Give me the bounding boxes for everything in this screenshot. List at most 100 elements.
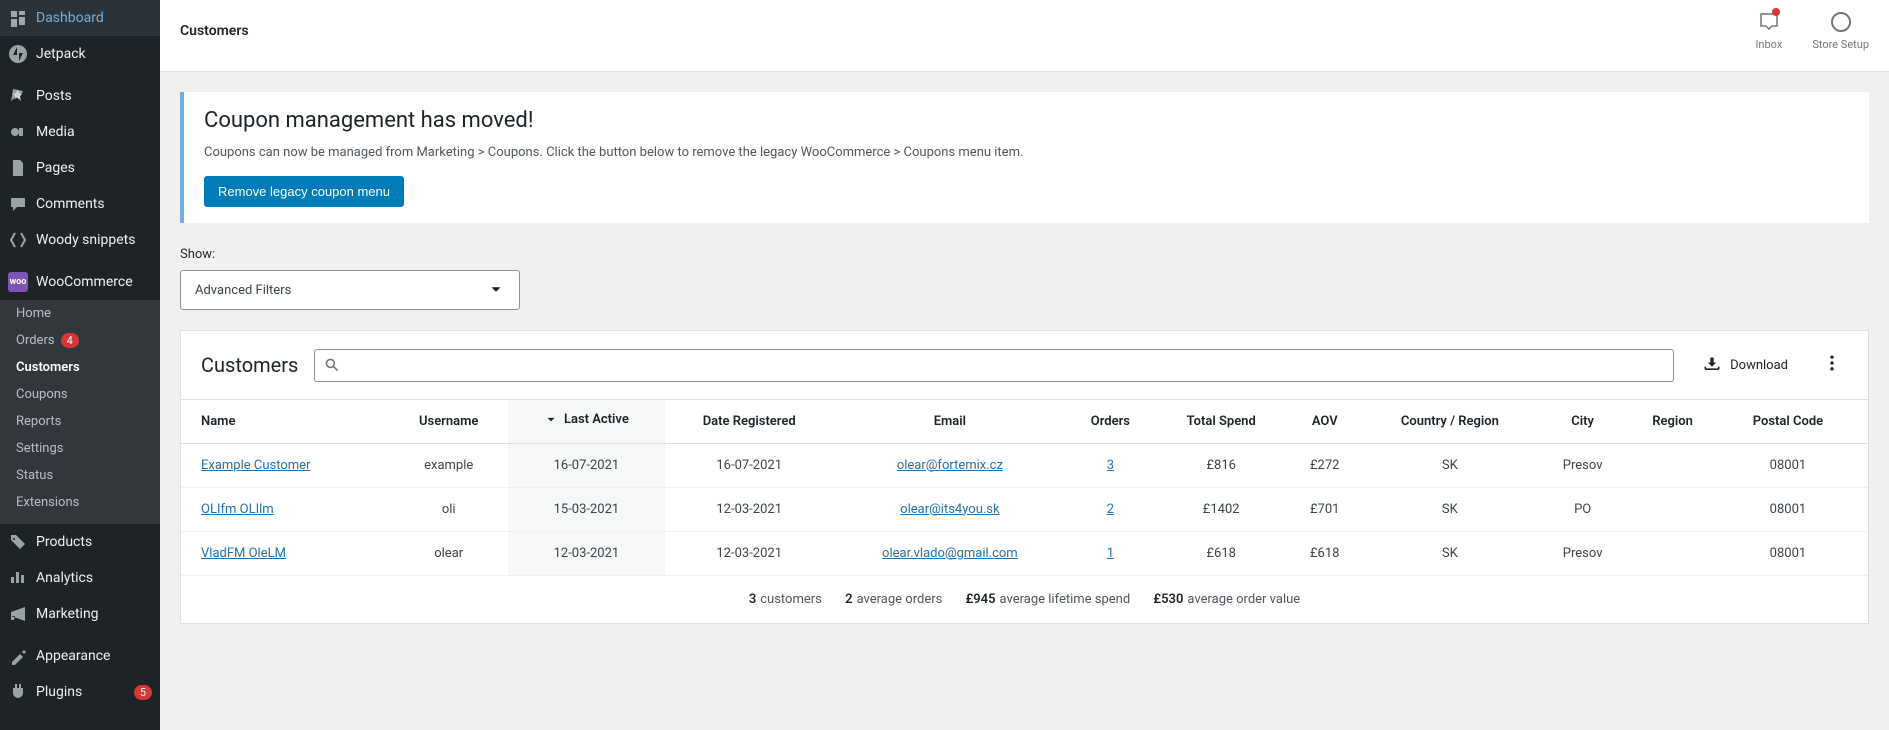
customer-orders-link[interactable]: 1: [1107, 546, 1114, 561]
submenu-customers[interactable]: Customers: [0, 354, 160, 381]
submenu-settings[interactable]: Settings: [0, 435, 160, 462]
menu-appearance[interactable]: Appearance: [0, 638, 160, 674]
menu-woody[interactable]: Woody snippets: [0, 222, 160, 258]
products-icon: [8, 532, 28, 552]
dashboard-icon: [8, 8, 28, 28]
col-date-registered[interactable]: Date Registered: [665, 400, 834, 443]
col-last-active[interactable]: Last Active: [508, 400, 665, 443]
main-content: Customers Inbox Store Setup Coupon manag…: [160, 0, 1889, 730]
submenu-orders[interactable]: Orders 4: [0, 327, 160, 354]
col-total-spend[interactable]: Total Spend: [1155, 400, 1288, 443]
coupon-notice: Coupon management has moved! Coupons can…: [180, 92, 1869, 223]
submenu-extensions[interactable]: Extensions: [0, 489, 160, 516]
inbox-button[interactable]: Inbox: [1755, 10, 1782, 51]
cell-date-registered: 12-03-2021: [665, 487, 834, 531]
show-label: Show:: [180, 247, 1869, 262]
cell-last-active: 16-07-2021: [508, 443, 665, 487]
advanced-filters-select[interactable]: Advanced Filters: [180, 270, 520, 310]
cell-aov: £272: [1288, 443, 1362, 487]
cell-username: oli: [389, 487, 508, 531]
customer-name-link[interactable]: Example Customer: [201, 458, 310, 473]
customer-name-link[interactable]: VladFM OleLM: [201, 546, 286, 561]
submenu-status[interactable]: Status: [0, 462, 160, 489]
menu-pages-label: Pages: [36, 160, 152, 176]
cell-total-spend: £816: [1155, 443, 1288, 487]
download-button[interactable]: Download: [1690, 349, 1800, 381]
menu-posts[interactable]: Posts: [0, 78, 160, 114]
customer-email-link[interactable]: olear.vlado@gmail.com: [882, 546, 1018, 561]
media-icon: [8, 122, 28, 142]
cell-city: PO: [1538, 487, 1627, 531]
submenu-coupons[interactable]: Coupons: [0, 381, 160, 408]
summary-count: 3: [749, 592, 756, 607]
col-orders[interactable]: Orders: [1066, 400, 1154, 443]
menu-jetpack[interactable]: Jetpack: [0, 36, 160, 72]
col-aov[interactable]: AOV: [1288, 400, 1362, 443]
customer-orders-link[interactable]: 3: [1107, 458, 1114, 473]
submenu-settings-label: Settings: [16, 441, 63, 456]
menu-marketing[interactable]: Marketing: [0, 596, 160, 632]
menu-jetpack-label: Jetpack: [36, 46, 152, 62]
remove-legacy-coupon-button[interactable]: Remove legacy coupon menu: [204, 176, 404, 207]
download-label: Download: [1730, 358, 1788, 373]
col-country[interactable]: Country / Region: [1362, 400, 1538, 443]
cell-aov: £701: [1288, 487, 1362, 531]
menu-plugins[interactable]: Plugins 5: [0, 674, 160, 710]
cell-last-active: 15-03-2021: [508, 487, 665, 531]
search-icon: [324, 357, 340, 373]
customer-email-link[interactable]: olear@fortemix.cz: [897, 458, 1003, 473]
customers-title: Customers: [201, 353, 298, 377]
submenu-orders-label: Orders: [16, 333, 55, 348]
cell-username: example: [389, 443, 508, 487]
cell-country: SK: [1362, 531, 1538, 575]
submenu-reports-label: Reports: [16, 414, 61, 429]
store-setup-button[interactable]: Store Setup: [1812, 10, 1869, 51]
cell-country: SK: [1362, 487, 1538, 531]
cell-date-registered: 16-07-2021: [665, 443, 834, 487]
admin-sidebar: Dashboard Jetpack Posts Media Pages Comm…: [0, 0, 160, 730]
menu-comments[interactable]: Comments: [0, 186, 160, 222]
col-email[interactable]: Email: [834, 400, 1067, 443]
menu-woocommerce[interactable]: woo WooCommerce: [0, 264, 160, 300]
customers-table: Name Username Last Active Date Registere…: [181, 400, 1868, 576]
submenu-home[interactable]: Home: [0, 300, 160, 327]
chevron-down-icon: [487, 281, 505, 299]
menu-products[interactable]: Products: [0, 524, 160, 560]
cell-region: [1627, 531, 1718, 575]
summary-lifetime: £945: [966, 592, 996, 607]
menu-pages[interactable]: Pages: [0, 150, 160, 186]
customer-email-link[interactable]: olear@its4you.sk: [900, 502, 999, 517]
customer-orders-link[interactable]: 2: [1107, 502, 1114, 517]
cell-total-spend: £1402: [1155, 487, 1288, 531]
col-region[interactable]: Region: [1627, 400, 1718, 443]
search-input[interactable]: [314, 349, 1674, 382]
menu-appearance-label: Appearance: [36, 648, 152, 664]
cell-country: SK: [1362, 443, 1538, 487]
menu-posts-label: Posts: [36, 88, 152, 104]
customers-summary: 3customers 2average orders £945average l…: [181, 576, 1868, 623]
col-username[interactable]: Username: [389, 400, 508, 443]
table-row: Example Customer example 16-07-2021 16-0…: [181, 443, 1868, 487]
more-options-button[interactable]: [1816, 347, 1848, 383]
col-name[interactable]: Name: [181, 400, 389, 443]
cell-date-registered: 12-03-2021: [665, 531, 834, 575]
customer-name-link[interactable]: OLIfm OLIlm: [201, 502, 274, 517]
page-title: Customers: [180, 23, 249, 39]
submenu-reports[interactable]: Reports: [0, 408, 160, 435]
menu-dashboard[interactable]: Dashboard: [0, 0, 160, 36]
cell-postal: 08001: [1718, 487, 1868, 531]
cell-total-spend: £618: [1155, 531, 1288, 575]
customers-card: Customers Download: [180, 330, 1869, 624]
menu-media-label: Media: [36, 124, 152, 140]
table-row: OLIfm OLIlm oli 15-03-2021 12-03-2021 ol…: [181, 487, 1868, 531]
menu-media[interactable]: Media: [0, 114, 160, 150]
menu-analytics[interactable]: Analytics: [0, 560, 160, 596]
col-city[interactable]: City: [1538, 400, 1627, 443]
submenu-coupons-label: Coupons: [16, 387, 68, 402]
notice-body: Coupons can now be managed from Marketin…: [204, 145, 1849, 160]
page-header: Customers Inbox Store Setup: [160, 0, 1889, 72]
col-postal[interactable]: Postal Code: [1718, 400, 1868, 443]
cell-city: Presov: [1538, 531, 1627, 575]
menu-dashboard-label: Dashboard: [36, 10, 152, 26]
cell-postal: 08001: [1718, 531, 1868, 575]
